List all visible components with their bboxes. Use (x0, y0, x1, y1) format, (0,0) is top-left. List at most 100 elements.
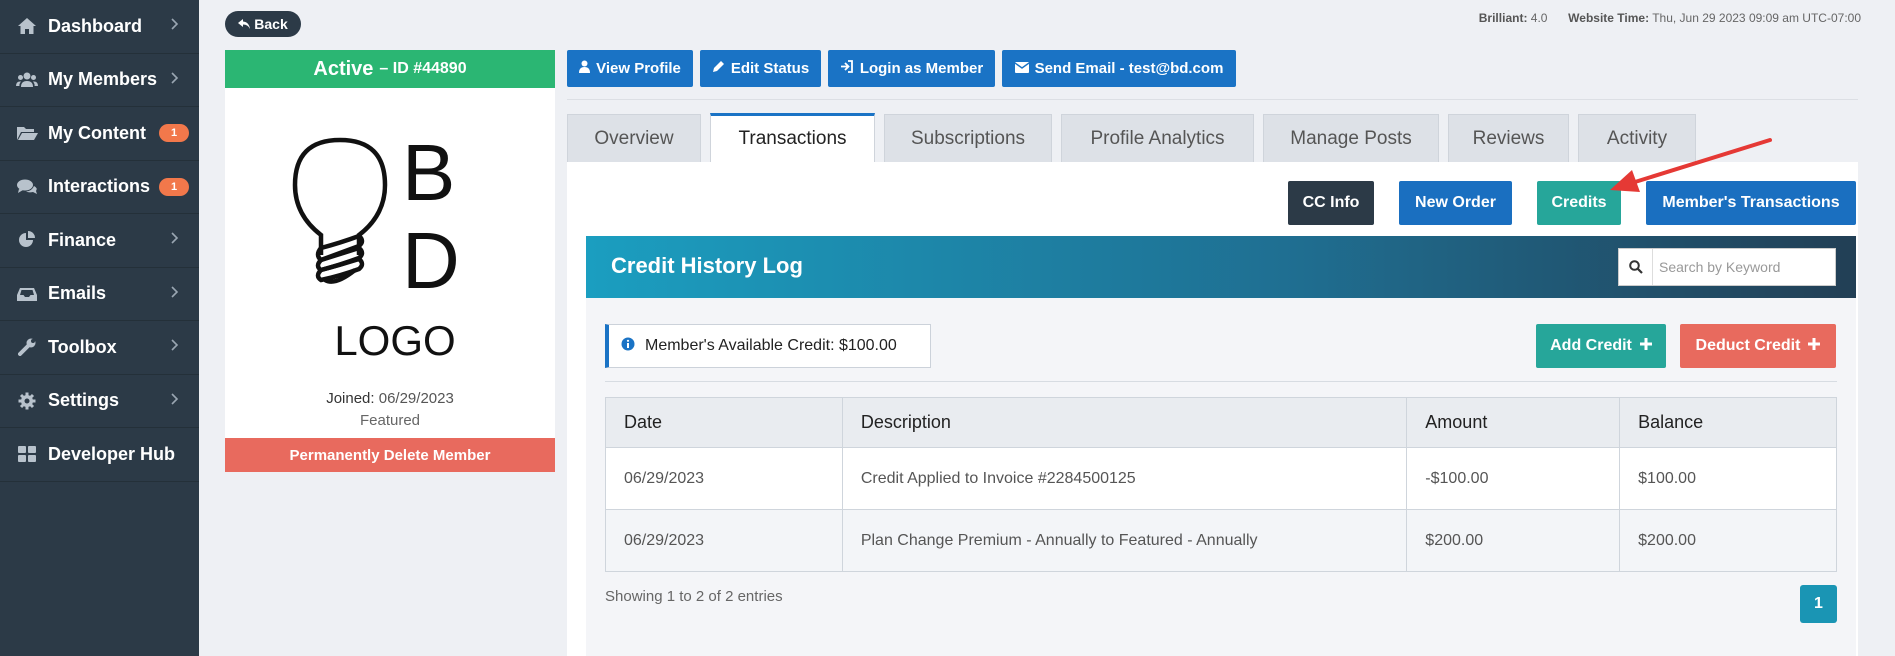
tab-profile-analytics[interactable]: Profile Analytics (1061, 114, 1254, 162)
table-row: 06/29/2023 Plan Change Premium - Annuall… (605, 509, 1837, 572)
status-text: Active (313, 57, 374, 80)
back-button[interactable]: Back (225, 11, 301, 37)
sidebar-item-settings[interactable]: Settings (0, 375, 199, 428)
grid-icon (16, 443, 38, 465)
cc-info-button[interactable]: CC Info (1288, 181, 1374, 225)
member-card: Active – ID #44890 B D LOGO Joined: 06/2… (225, 50, 555, 472)
status-bar: Active – ID #44890 (225, 50, 555, 88)
send-email-button[interactable]: Send Email - test@bd.com (1002, 50, 1236, 87)
sidebar-item-emails[interactable]: Emails (0, 268, 199, 321)
add-credit-button[interactable]: Add Credit (1536, 324, 1666, 368)
inbox-icon (16, 283, 38, 305)
annotation-arrow-icon (1610, 138, 1772, 192)
column-header-description[interactable]: Description (841, 397, 1408, 448)
sidebar-item-finance[interactable]: Finance (0, 214, 199, 268)
divider (567, 99, 1858, 100)
edit-status-label: Edit Status (730, 60, 810, 77)
table-header-row: Date Description Amount Balance (605, 397, 1837, 448)
sidebar-item-label: Toolbox (48, 336, 117, 357)
login-as-member-label: Login as Member (859, 60, 984, 77)
member-id: – ID #44890 (379, 60, 467, 77)
sidebar-item-label: Interactions (48, 176, 151, 197)
notification-badge: 1 (159, 124, 189, 143)
time-value: Thu, Jun 29 2023 09:09 am UTC-07:00 (1652, 11, 1861, 25)
column-header-balance[interactable]: Balance (1619, 397, 1837, 448)
plus-icon (1808, 337, 1821, 355)
info-circle-icon (621, 337, 635, 356)
chevron-right-icon (171, 338, 179, 356)
logo-letter-b: B (402, 130, 455, 217)
chevron-right-icon (171, 285, 179, 303)
plus-icon (1639, 337, 1652, 355)
table-row: 06/29/2023 Credit Applied to Invoice #22… (605, 447, 1837, 510)
tab-subscriptions[interactable]: Subscriptions (884, 114, 1052, 162)
reply-arrow-icon (238, 16, 251, 32)
chevron-right-icon (171, 17, 179, 35)
sidebar-item-my-members[interactable]: My Members (0, 54, 199, 107)
gear-icon (16, 390, 38, 412)
sidebar-item-label: Emails (48, 283, 107, 304)
edit-status-button[interactable]: Edit Status (700, 50, 821, 87)
deduct-credit-button[interactable]: Deduct Credit (1680, 324, 1836, 368)
sign-in-icon (840, 60, 854, 77)
sidebar-item-label: Dashboard (48, 15, 143, 36)
sidebar-item-developer-hub[interactable]: Developer Hub (0, 428, 199, 482)
deduct-credit-label: Deduct Credit (1695, 337, 1801, 354)
tab-manage-posts[interactable]: Manage Posts (1263, 114, 1439, 162)
delete-member-button[interactable]: Permanently Delete Member (225, 438, 555, 472)
back-label: Back (254, 16, 288, 32)
search-input[interactable] (1653, 259, 1833, 275)
column-header-date[interactable]: Date (605, 397, 843, 448)
cell-balance: $200.00 (1619, 509, 1837, 572)
view-profile-label: View Profile (596, 60, 681, 77)
send-email-label: Send Email - test@bd.com (1034, 60, 1224, 77)
tab-overview[interactable]: Overview (567, 114, 701, 162)
sidebar-item-label: Settings (48, 390, 120, 411)
joined-date: Joined: 06/29/2023 (225, 390, 555, 407)
time-label: Website Time: (1568, 11, 1650, 25)
joined-label: Joined: (326, 390, 375, 407)
home-icon (16, 15, 38, 37)
version-label: Brilliant: (1478, 11, 1528, 25)
tab-transactions[interactable]: Transactions (710, 113, 875, 162)
pie-chart-icon (16, 229, 38, 251)
member-logo: B D LOGO (292, 130, 460, 360)
credit-history-table: Date Description Amount Balance 06/29/20… (605, 397, 1837, 572)
cell-amount: -$100.00 (1406, 447, 1621, 510)
sidebar-item-label: My Members (48, 69, 158, 90)
cell-description: Plan Change Premium - Annually to Featur… (841, 509, 1408, 572)
chevron-right-icon (171, 392, 179, 410)
entries-summary: Showing 1 to 2 of 2 entries (605, 588, 783, 605)
cell-date: 06/29/2023 (605, 509, 843, 572)
credit-history-header: Credit History Log (586, 236, 1856, 298)
sidebar-item-toolbox[interactable]: Toolbox (0, 321, 199, 375)
chevron-right-icon (171, 231, 179, 249)
sidebar-item-label: Developer Hub (48, 443, 176, 464)
sidebar-item-dashboard[interactable]: Dashboard (0, 0, 199, 54)
notification-badge: 1 (159, 177, 189, 196)
wrench-icon (16, 336, 38, 358)
sidebar-item-label: My Content (48, 122, 146, 143)
cell-description: Credit Applied to Invoice #2284500125 (841, 447, 1408, 510)
version-value: 4.0 (1530, 11, 1548, 25)
cell-balance: $100.00 (1619, 447, 1837, 510)
sidebar-item-my-content[interactable]: My Content 1 (0, 107, 199, 161)
sidebar-item-interactions[interactable]: Interactions 1 (0, 161, 199, 214)
logo-word: LOGO (334, 317, 455, 360)
available-credit-notice: Member's Available Credit: $100.00 (605, 324, 931, 368)
new-order-button[interactable]: New Order (1399, 181, 1512, 225)
cell-date: 06/29/2023 (605, 447, 843, 510)
cell-amount: $200.00 (1406, 509, 1621, 572)
view-profile-button[interactable]: View Profile (567, 50, 693, 87)
users-icon (16, 69, 38, 91)
sidebar: Dashboard My Members My Content 1 Intera… (0, 0, 199, 656)
column-header-amount[interactable]: Amount (1406, 397, 1621, 448)
pagination-page-1[interactable]: 1 (1800, 585, 1837, 623)
available-credit-text: Member's Available Credit: $100.00 (645, 337, 897, 354)
user-icon (579, 60, 591, 77)
tab-reviews[interactable]: Reviews (1448, 114, 1569, 162)
login-as-member-button[interactable]: Login as Member (828, 50, 995, 87)
comments-icon (16, 176, 38, 198)
credit-history-title: Credit History Log (611, 253, 803, 278)
search-icon (1619, 249, 1653, 285)
